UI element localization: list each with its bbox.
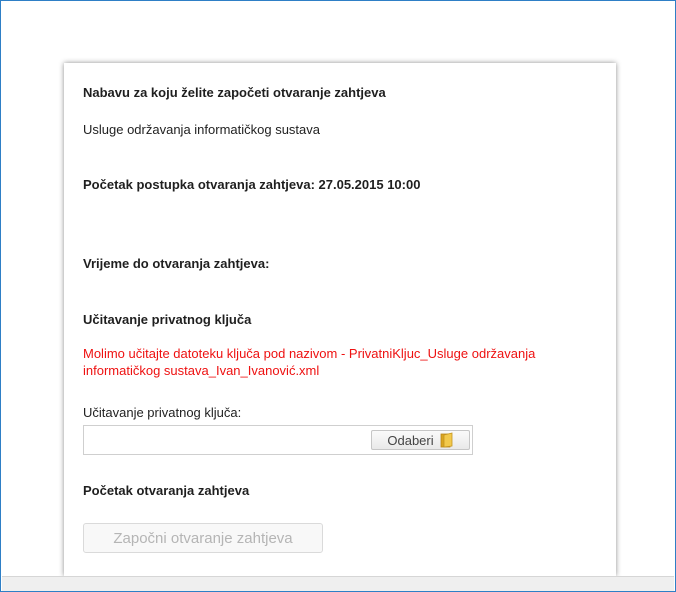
browse-button-label: Odaberi	[387, 432, 434, 448]
folder-icon	[440, 432, 454, 448]
start-opening-button[interactable]: Započni otvaranje zahtjeva	[83, 523, 323, 553]
time-until-opening-text: Vrijeme do otvaranja zahtjeva:	[83, 256, 270, 271]
private-key-error-message: Molimo učitajte datoteku ključa pod nazi…	[83, 346, 536, 378]
opening-heading: Početak otvaranja zahtjeva	[83, 483, 250, 498]
private-key-field-label: Učitavanje privatnog ključa:	[83, 405, 242, 420]
window-frame: Nabavu za koju želite započeti otvaranje…	[0, 0, 676, 592]
procedure-start-text: Početak postupka otvaranja zahtjeva: 27.…	[83, 177, 421, 192]
procurement-name: Usluge održavanja informatičkog sustava	[83, 122, 321, 137]
private-key-file-input[interactable]	[84, 426, 369, 454]
open-request-panel: Nabavu za koju želite započeti otvaranje…	[64, 63, 616, 576]
procurement-heading: Nabavu za koju želite započeti otvaranje…	[83, 85, 386, 100]
bottom-bar	[2, 576, 674, 591]
file-upload-field: Odaberi	[83, 425, 473, 455]
private-key-heading: Učitavanje privatnog ključa	[83, 312, 252, 327]
browse-button[interactable]: Odaberi	[371, 430, 470, 450]
